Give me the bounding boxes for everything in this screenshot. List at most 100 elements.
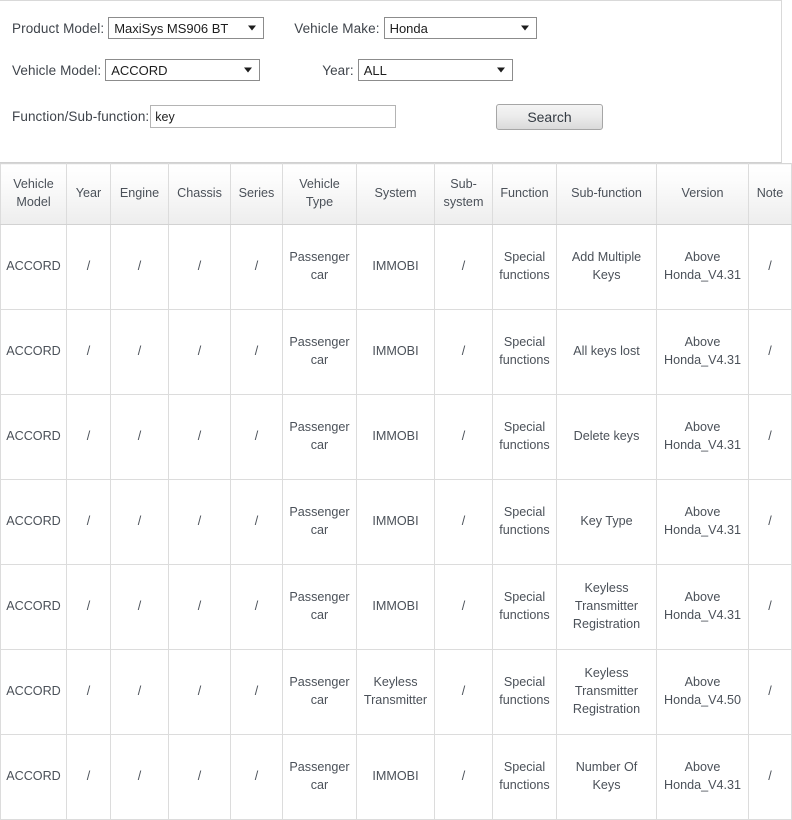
results-table-wrapper: Vehicle Model Year Engine Chassis Series… bbox=[0, 163, 792, 820]
cell-vehicle-type: Passenger car bbox=[282, 479, 357, 565]
cell-sub-system: / bbox=[434, 309, 493, 395]
column-header-series: Series bbox=[230, 163, 283, 225]
cell-series: / bbox=[230, 479, 283, 565]
table-row[interactable]: ACCORD / / / / Passenger car IMMOBI / Special fu… bbox=[0, 734, 792, 820]
cell-system: IMMOBI bbox=[356, 734, 435, 820]
cell-vehicle-type: Passenger car bbox=[282, 564, 357, 650]
cell-sub-system: / bbox=[434, 734, 493, 820]
form-row-product-vehicle-make: Product Model: MaxiSys MS906 BT Vehicle … bbox=[12, 17, 537, 39]
cell-sub-system: / bbox=[434, 649, 493, 735]
cell-year: / bbox=[66, 309, 111, 395]
cell-sub-function: Keyless Transmitter Registration bbox=[556, 564, 657, 650]
cell-version: Above Honda_V4.31 bbox=[656, 309, 749, 395]
vehicle-make-select[interactable]: Honda bbox=[383, 17, 537, 39]
cell-series: / bbox=[230, 649, 283, 735]
cell-system: IMMOBI bbox=[356, 479, 435, 565]
column-header-sub-function: Sub-function bbox=[556, 163, 657, 225]
cell-function: Special functions bbox=[492, 224, 557, 310]
column-header-system: System bbox=[356, 163, 435, 225]
vehicle-make-select-value: Honda bbox=[389, 20, 428, 36]
cell-year: / bbox=[66, 564, 111, 650]
chevron-down-icon bbox=[244, 67, 253, 73]
cell-function: Special functions bbox=[492, 309, 557, 395]
cell-series: / bbox=[230, 394, 283, 480]
cell-vehicle-model: ACCORD bbox=[0, 649, 67, 735]
cell-version: Above Honda_V4.31 bbox=[656, 734, 749, 820]
cell-vehicle-model: ACCORD bbox=[0, 394, 67, 480]
cell-sub-function: Key Type bbox=[556, 479, 657, 565]
table-row[interactable]: ACCORD / / / / Passenger car Keyless Transmitt… bbox=[0, 649, 792, 735]
cell-series: / bbox=[230, 309, 283, 395]
cell-function: Special functions bbox=[492, 479, 557, 565]
cell-note: / bbox=[748, 734, 792, 820]
cell-function: Special functions bbox=[492, 734, 557, 820]
cell-note: / bbox=[748, 564, 792, 650]
cell-sub-function: All keys lost bbox=[556, 309, 657, 395]
table-row[interactable]: ACCORD / / / / Passenger car IMMOBI / Special fu… bbox=[0, 394, 792, 480]
column-header-year: Year bbox=[66, 163, 111, 225]
column-header-vehicle-type: Vehicle Type bbox=[282, 163, 357, 225]
year-select-value: ALL bbox=[363, 62, 387, 78]
year-label: Year: bbox=[322, 62, 354, 78]
cell-engine: / bbox=[110, 479, 169, 565]
cell-chassis: / bbox=[168, 649, 231, 735]
cell-function: Special functions bbox=[492, 564, 557, 650]
table-row[interactable]: ACCORD / / / / Passenger car IMMOBI / Special fu… bbox=[0, 564, 792, 650]
table-row[interactable]: ACCORD / / / / Passenger car IMMOBI / Special fu… bbox=[0, 224, 792, 310]
cell-sub-function: Number Of Keys bbox=[556, 734, 657, 820]
cell-engine: / bbox=[110, 649, 169, 735]
cell-engine: / bbox=[110, 394, 169, 480]
cell-version: Above Honda_V4.31 bbox=[656, 479, 749, 565]
cell-function: Special functions bbox=[492, 649, 557, 735]
vehicle-make-label: Vehicle Make: bbox=[294, 20, 380, 36]
chevron-down-icon bbox=[248, 25, 257, 31]
cell-vehicle-type: Passenger car bbox=[282, 309, 357, 395]
cell-engine: / bbox=[110, 224, 169, 310]
cell-sub-system: / bbox=[434, 394, 493, 480]
cell-chassis: / bbox=[168, 479, 231, 565]
cell-year: / bbox=[66, 394, 111, 480]
search-button[interactable]: Search bbox=[496, 104, 603, 130]
cell-series: / bbox=[230, 564, 283, 650]
product-model-select[interactable]: MaxiSys MS906 BT bbox=[108, 17, 265, 39]
cell-year: / bbox=[66, 224, 111, 310]
year-select[interactable]: ALL bbox=[357, 59, 513, 81]
column-header-note: Note bbox=[748, 163, 792, 225]
cell-vehicle-model: ACCORD bbox=[0, 734, 67, 820]
table-header-row: Vehicle Model Year Engine Chassis Series… bbox=[0, 163, 792, 225]
results-table-body: ACCORD / / / / Passenger car IMMOBI / Special fu… bbox=[0, 224, 792, 820]
cell-engine: / bbox=[110, 309, 169, 395]
cell-series: / bbox=[230, 224, 283, 310]
column-header-engine: Engine bbox=[110, 163, 169, 225]
cell-vehicle-model: ACCORD bbox=[0, 309, 67, 395]
product-model-label: Product Model: bbox=[12, 20, 105, 36]
cell-year: / bbox=[66, 649, 111, 735]
cell-system: IMMOBI bbox=[356, 394, 435, 480]
column-header-chassis: Chassis bbox=[168, 163, 231, 225]
cell-system: IMMOBI bbox=[356, 309, 435, 395]
table-row[interactable]: ACCORD / / / / Passenger car IMMOBI / Special fu… bbox=[0, 309, 792, 395]
cell-version: Above Honda_V4.50 bbox=[656, 649, 749, 735]
form-row-function: Function/Sub-function: bbox=[12, 105, 397, 128]
column-header-vehicle-model: Vehicle Model bbox=[0, 163, 67, 225]
cell-engine: / bbox=[110, 564, 169, 650]
cell-sub-function: Keyless Transmitter Registration bbox=[556, 649, 657, 735]
cell-vehicle-type: Passenger car bbox=[282, 394, 357, 480]
cell-version: Above Honda_V4.31 bbox=[656, 394, 749, 480]
cell-sub-system: / bbox=[434, 224, 493, 310]
cell-chassis: / bbox=[168, 564, 231, 650]
vehicle-model-select[interactable]: ACCORD bbox=[105, 59, 261, 81]
cell-note: / bbox=[748, 394, 792, 480]
cell-vehicle-type: Passenger car bbox=[282, 734, 357, 820]
cell-version: Above Honda_V4.31 bbox=[656, 224, 749, 310]
cell-chassis: / bbox=[168, 224, 231, 310]
table-row[interactable]: ACCORD / / / / Passenger car IMMOBI / Special fu… bbox=[0, 479, 792, 565]
cell-chassis: / bbox=[168, 309, 231, 395]
search-panel: Product Model: MaxiSys MS906 BT Vehicle … bbox=[0, 0, 782, 163]
cell-engine: / bbox=[110, 734, 169, 820]
cell-system: Keyless Transmitter bbox=[356, 649, 435, 735]
cell-vehicle-model: ACCORD bbox=[0, 564, 67, 650]
chevron-down-icon bbox=[520, 25, 529, 31]
cell-system: IMMOBI bbox=[356, 564, 435, 650]
function-subfunction-input[interactable] bbox=[150, 105, 397, 128]
